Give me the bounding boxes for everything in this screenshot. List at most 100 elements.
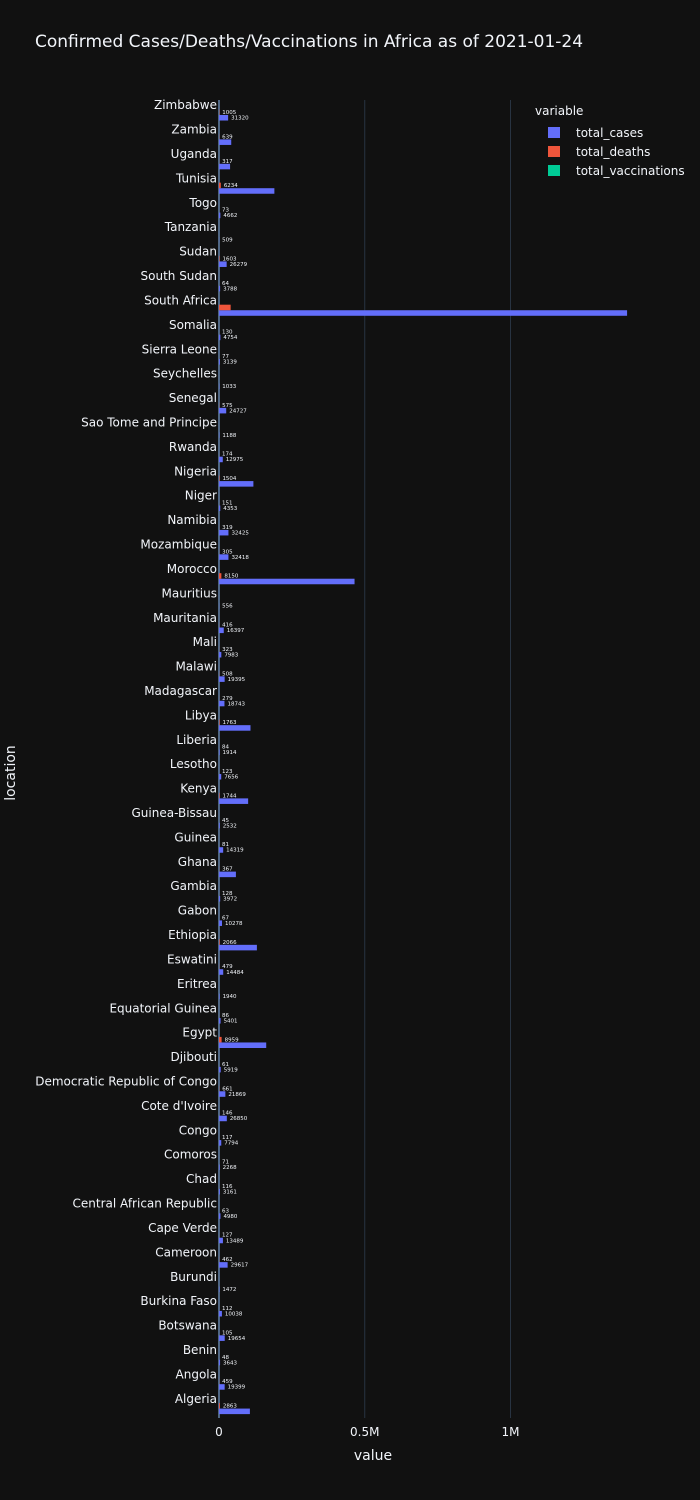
y-tick-label: Tanzania — [164, 220, 217, 234]
total-deaths-bar — [219, 304, 231, 311]
x-tick-label: 1M — [501, 1425, 519, 1439]
y-tick-label: Cape Verde — [148, 1221, 217, 1235]
total-deaths-label: 130 — [222, 330, 233, 336]
total-cases-bar — [219, 651, 222, 658]
y-tick-label: Mauritania — [153, 611, 217, 625]
total-cases-bar — [219, 1066, 221, 1073]
legend: variable total_cases total_deaths total_va… — [535, 104, 685, 180]
y-tick-label: Guinea-Bissau — [131, 806, 217, 820]
total-deaths-label: 64 — [222, 281, 229, 287]
total-deaths-label: 6234 — [224, 183, 238, 189]
legend-swatch — [548, 165, 560, 176]
total-cases-bar — [219, 896, 221, 902]
y-tick-label: Lesotho — [170, 757, 217, 771]
total-deaths-label: 8150 — [224, 574, 238, 580]
total-cases-label: 12975 — [226, 457, 244, 463]
total-deaths-bar — [219, 573, 222, 579]
total-deaths-bar — [219, 1403, 220, 1409]
total-deaths-label: 127 — [222, 1233, 233, 1239]
total-cases-label: 24727 — [229, 408, 247, 414]
x-tick-labels: 0 0.5M 1M — [215, 1425, 519, 1439]
legend-label: total_deaths — [576, 144, 651, 159]
total-deaths-label: 1603 — [222, 256, 236, 262]
y-tick-label: Cameroon — [155, 1245, 217, 1259]
total-cases-label: 10278 — [225, 921, 243, 927]
total-cases-label: 26850 — [230, 1116, 248, 1122]
y-tick-label: Gabon — [178, 904, 217, 918]
total-deaths-label: 81 — [222, 842, 229, 848]
y-tick-label: Malawi — [175, 660, 217, 674]
total-cases-bar — [219, 334, 221, 341]
legend-item-total-vaccinations[interactable]: total_vaccinations — [535, 161, 685, 180]
x-tick-label: 0.5M — [350, 1425, 379, 1439]
total-deaths-label: 462 — [222, 1257, 233, 1263]
total-deaths-label: 61 — [222, 1062, 229, 1068]
total-cases-label: 3788 — [223, 286, 237, 292]
total-deaths-label: 63 — [222, 1208, 229, 1214]
total-cases-label: 32418 — [231, 555, 249, 561]
total-cases-label: 19395 — [228, 677, 246, 683]
total-cases-label: 10038 — [225, 1311, 243, 1317]
y-tick-label: Mauritius — [162, 586, 217, 600]
y-tick-label: Equatorial Guinea — [109, 1001, 217, 1015]
total-deaths-label: 367 — [222, 867, 233, 873]
y-tick-label: Namibia — [167, 513, 217, 527]
total-deaths-label: 146 — [222, 1111, 233, 1117]
bars — [219, 109, 628, 1415]
total-deaths-label: 2863 — [223, 1404, 237, 1410]
total-deaths-label: 48 — [222, 1355, 229, 1361]
y-tick-label: Angola — [176, 1367, 217, 1381]
total-cases-bar — [219, 1213, 221, 1219]
y-tick-label: Egypt — [182, 1026, 217, 1040]
total-cases-label: 31320 — [231, 116, 249, 122]
y-tick-label: Guinea — [174, 830, 217, 844]
total-deaths-label: 112 — [222, 1306, 233, 1312]
y-tick-label: Chad — [186, 1172, 217, 1186]
total-cases-label: 3643 — [223, 1360, 237, 1366]
total-deaths-label: 575 — [222, 403, 233, 409]
legend-items: total_cases total_deaths total_vaccination… — [535, 123, 685, 180]
legend-swatch — [548, 146, 560, 157]
x-axis-title: value — [354, 1448, 392, 1464]
total-cases-label: 16397 — [227, 628, 245, 634]
total-cases-bar — [219, 505, 221, 512]
total-deaths-label: 639 — [222, 134, 233, 140]
y-tick-label: Comoros — [164, 1148, 217, 1162]
total-cases-label: 29617 — [231, 1263, 249, 1269]
total-cases-label: 19654 — [228, 1336, 246, 1342]
total-cases-label: 26279 — [230, 262, 248, 268]
total-cases-label: 5401 — [224, 1019, 238, 1025]
y-tick-label: South Africa — [144, 293, 217, 307]
total-cases-label: 4980 — [223, 1214, 237, 1220]
y-tick-label: Mozambique — [140, 538, 217, 552]
y-tick-label: Central African Republic — [73, 1197, 217, 1211]
total-deaths-label: 8959 — [225, 1037, 239, 1043]
y-tick-label: Liberia — [176, 733, 217, 747]
total-cases-label: 1940 — [223, 994, 237, 1000]
y-axis-title: location — [3, 745, 19, 801]
total-cases-label: 14484 — [226, 970, 244, 976]
y-tick-label: Cote d'Ivoire — [141, 1099, 217, 1113]
total-deaths-label: 279 — [222, 696, 233, 702]
legend-item-total-cases[interactable]: total_cases — [535, 123, 685, 142]
total-deaths-label: 128 — [222, 891, 233, 897]
total-deaths-label: 317 — [222, 159, 233, 165]
y-tick-label: Kenya — [180, 782, 217, 796]
legend-title: variable — [535, 104, 584, 118]
y-tick-label: Congo — [179, 1123, 217, 1137]
x-tick-label: 0 — [215, 1425, 223, 1439]
total-deaths-bar — [219, 1036, 222, 1043]
total-cases-label: 5919 — [224, 1067, 238, 1073]
total-deaths-label: 1763 — [223, 720, 237, 726]
total-deaths-label: 508 — [222, 671, 233, 677]
total-cases-bar — [219, 749, 220, 756]
total-cases-label: 18743 — [227, 701, 245, 707]
total-deaths-label: 459 — [222, 1379, 233, 1385]
y-tick-label: Morocco — [167, 562, 217, 576]
total-deaths-label: 71 — [222, 1159, 229, 1165]
legend-swatch — [548, 127, 560, 138]
y-tick-label: Tunisia — [175, 171, 217, 185]
total-cases-label: 14319 — [226, 848, 244, 854]
legend-item-total-deaths[interactable]: total_deaths — [535, 142, 685, 161]
total-cases-label: 3161 — [223, 1189, 237, 1195]
